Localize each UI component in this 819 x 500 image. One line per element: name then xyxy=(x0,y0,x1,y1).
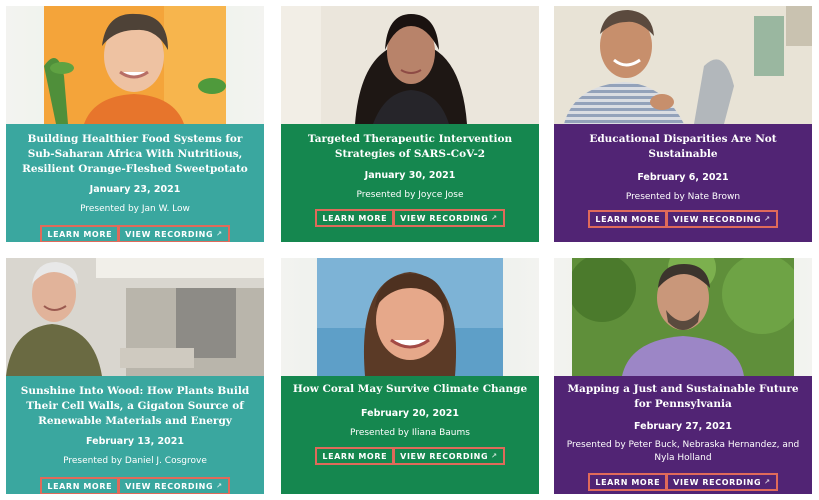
portrait-image xyxy=(568,258,802,376)
learn-more-button[interactable]: LEARN MORE xyxy=(588,210,668,228)
learn-more-button[interactable]: LEARN MORE xyxy=(315,209,395,227)
view-recording-label: VIEW RECORDING xyxy=(125,481,214,491)
speaker-photo xyxy=(6,6,264,124)
event-date: January 23, 2021 xyxy=(89,184,181,195)
portrait-image xyxy=(317,258,503,376)
speaker-photo xyxy=(6,258,264,376)
event-presenter: Presented by Iliana Baums xyxy=(350,428,470,438)
event-card: How Coral May Survive Climate Change Feb… xyxy=(281,258,539,494)
event-title: Educational Disparities Are Not Sustaina… xyxy=(589,133,777,160)
event-presenter: Presented by Daniel J. Cosgrove xyxy=(63,456,207,466)
event-title: Mapping a Just and Sustainable Future fo… xyxy=(567,383,799,410)
event-date: February 13, 2021 xyxy=(86,436,184,447)
view-recording-label: VIEW RECORDING xyxy=(673,477,762,487)
event-date: February 6, 2021 xyxy=(637,172,729,183)
view-recording-button[interactable]: VIEW RECORDING ↗ xyxy=(666,210,778,228)
card-info: Targeted Therapeutic Intervention Strate… xyxy=(281,124,539,242)
event-title: Targeted Therapeutic Intervention Strate… xyxy=(307,133,513,160)
learn-more-button[interactable]: LEARN MORE xyxy=(40,477,120,494)
speaker-photo xyxy=(554,6,812,124)
external-link-icon: ↗ xyxy=(491,452,498,460)
card-info: Sunshine Into Wood: How Plants Build The… xyxy=(6,376,264,494)
speaker-photo xyxy=(281,6,539,124)
learn-more-button[interactable]: LEARN MORE xyxy=(40,225,120,242)
event-title: Building Healthier Food Systems for Sub-… xyxy=(22,133,248,175)
card-info: Educational Disparities Are Not Sustaina… xyxy=(554,124,812,242)
view-recording-button[interactable]: VIEW RECORDING ↗ xyxy=(118,477,230,494)
event-date: January 30, 2021 xyxy=(364,170,456,181)
external-link-icon: ↗ xyxy=(216,230,223,238)
view-recording-label: VIEW RECORDING xyxy=(400,213,489,223)
external-link-icon: ↗ xyxy=(764,215,771,223)
view-recording-label: VIEW RECORDING xyxy=(125,229,214,239)
event-title: Sunshine Into Wood: How Plants Build The… xyxy=(20,385,250,427)
view-recording-button[interactable]: VIEW RECORDING ↗ xyxy=(118,225,230,242)
learn-more-button[interactable]: LEARN MORE xyxy=(588,473,668,491)
portrait-image xyxy=(6,258,264,376)
view-recording-label: VIEW RECORDING xyxy=(673,214,762,224)
event-date: February 27, 2021 xyxy=(634,421,732,432)
event-presenter: Presented by Jan W. Low xyxy=(80,204,190,214)
view-recording-button[interactable]: VIEW RECORDING ↗ xyxy=(393,447,505,465)
view-recording-button[interactable]: VIEW RECORDING ↗ xyxy=(393,209,505,227)
event-presenter: Presented by Nate Brown xyxy=(625,192,741,202)
speaker-photo xyxy=(281,258,539,376)
learn-more-button[interactable]: LEARN MORE xyxy=(315,447,395,465)
speaker-photo xyxy=(554,258,812,376)
event-card: Building Healthier Food Systems for Sub-… xyxy=(6,6,264,242)
event-card: Educational Disparities Are Not Sustaina… xyxy=(554,6,812,242)
event-date: February 20, 2021 xyxy=(361,408,459,419)
view-recording-button[interactable]: VIEW RECORDING ↗ xyxy=(666,473,778,491)
event-card: Mapping a Just and Sustainable Future fo… xyxy=(554,258,812,494)
external-link-icon: ↗ xyxy=(216,482,223,490)
event-card: Targeted Therapeutic Intervention Strate… xyxy=(281,6,539,242)
portrait-image xyxy=(281,6,539,124)
portrait-image xyxy=(554,6,812,124)
event-card: Sunshine Into Wood: How Plants Build The… xyxy=(6,258,264,494)
event-presenter: Presented by Peter Buck, Nebraska Hernan… xyxy=(566,440,800,463)
view-recording-label: VIEW RECORDING xyxy=(400,451,489,461)
external-link-icon: ↗ xyxy=(764,478,771,486)
event-presenter: Presented by Joyce Jose xyxy=(356,190,464,200)
card-info: Building Healthier Food Systems for Sub-… xyxy=(6,124,264,242)
portrait-image xyxy=(44,6,226,124)
event-title: How Coral May Survive Climate Change xyxy=(292,383,528,395)
card-info: Mapping a Just and Sustainable Future fo… xyxy=(554,376,812,494)
card-info: How Coral May Survive Climate Change Feb… xyxy=(281,376,539,494)
external-link-icon: ↗ xyxy=(491,214,498,222)
